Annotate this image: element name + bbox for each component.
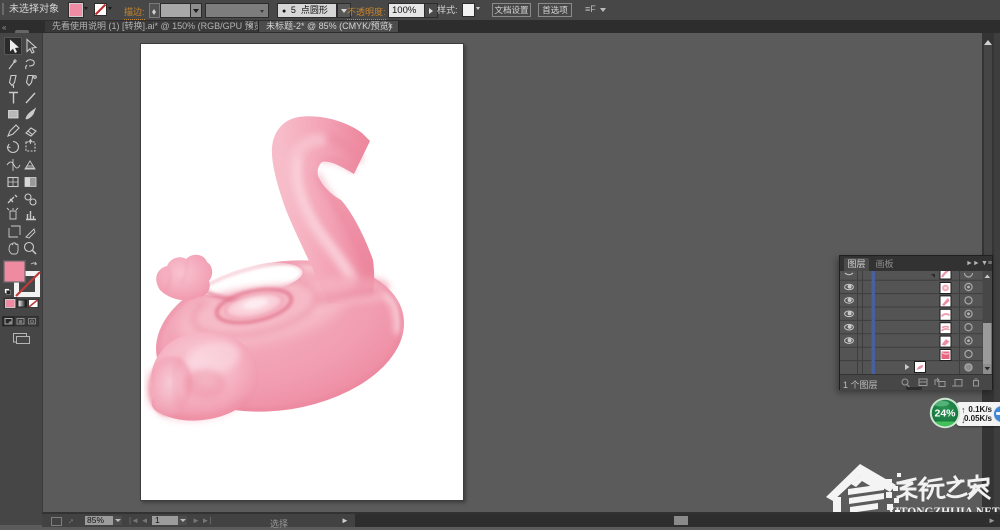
svg-text:24%: 24% — [934, 408, 956, 420]
